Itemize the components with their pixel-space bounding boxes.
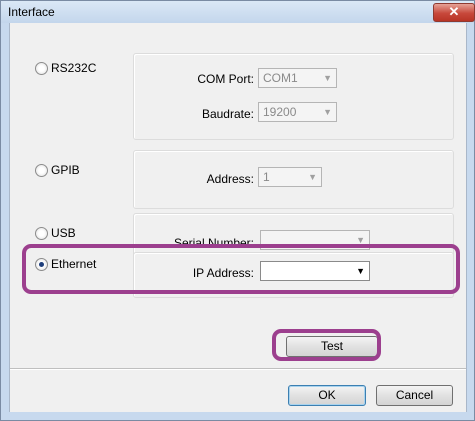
separator — [10, 368, 466, 370]
address-label: Address: — [206, 172, 254, 186]
radio-usb[interactable]: USB — [35, 226, 76, 240]
radio-circle-icon — [35, 226, 48, 240]
com-port-value: COM1 — [263, 71, 298, 85]
close-icon: ✕ — [448, 4, 460, 19]
radio-circle-icon — [35, 163, 48, 177]
radio-circle-icon — [35, 61, 48, 75]
chevron-down-icon: ▼ — [323, 107, 332, 117]
rs232c-group — [133, 53, 454, 140]
serial-number-select[interactable]: ▼ — [260, 230, 370, 250]
address-value: 1 — [263, 170, 270, 184]
ok-button[interactable]: OK — [288, 385, 366, 406]
baudrate-select[interactable]: 19200 ▼ — [258, 102, 337, 122]
ip-address-label: IP Address: — [192, 266, 254, 280]
radio-selected-icon — [35, 257, 48, 271]
radio-gpib[interactable]: GPIB — [35, 163, 80, 177]
radio-rs232c-label: RS232C — [51, 61, 97, 75]
cancel-button-label: Cancel — [395, 388, 434, 402]
com-port-label: COM Port: — [197, 72, 254, 86]
radio-ethernet[interactable]: Ethernet — [35, 257, 96, 271]
baudrate-label: Baudrate: — [201, 107, 254, 121]
radio-usb-label: USB — [51, 226, 76, 240]
ok-button-label: OK — [318, 388, 336, 402]
chevron-down-icon: ▼ — [356, 235, 365, 245]
close-button[interactable]: ✕ — [433, 3, 475, 22]
com-port-select[interactable]: COM1 ▼ — [258, 68, 337, 88]
baudrate-value: 19200 — [263, 105, 297, 119]
test-button-label: Test — [320, 339, 343, 353]
chevron-down-icon: ▼ — [323, 73, 332, 83]
radio-gpib-label: GPIB — [51, 163, 80, 177]
radio-ethernet-label: Ethernet — [51, 257, 97, 271]
cancel-button[interactable]: Cancel — [376, 385, 453, 406]
dialog-window: Interface ✕ RS232C COM Port: COM1 ▼ Baud… — [0, 0, 475, 421]
chevron-down-icon: ▼ — [356, 266, 365, 276]
address-select[interactable]: 1 ▼ — [258, 167, 322, 187]
radio-rs232c[interactable]: RS232C — [35, 61, 96, 75]
window-title: Interface — [8, 5, 55, 19]
title-bar: Interface ✕ — [1, 1, 475, 23]
ip-address-select[interactable]: ▼ — [260, 261, 370, 281]
serial-number-label: Serial Number: — [173, 236, 254, 250]
dialog-client: RS232C COM Port: COM1 ▼ Baudrate: 19200 … — [9, 23, 467, 412]
chevron-down-icon: ▼ — [308, 172, 317, 182]
test-button[interactable]: Test — [286, 336, 378, 357]
